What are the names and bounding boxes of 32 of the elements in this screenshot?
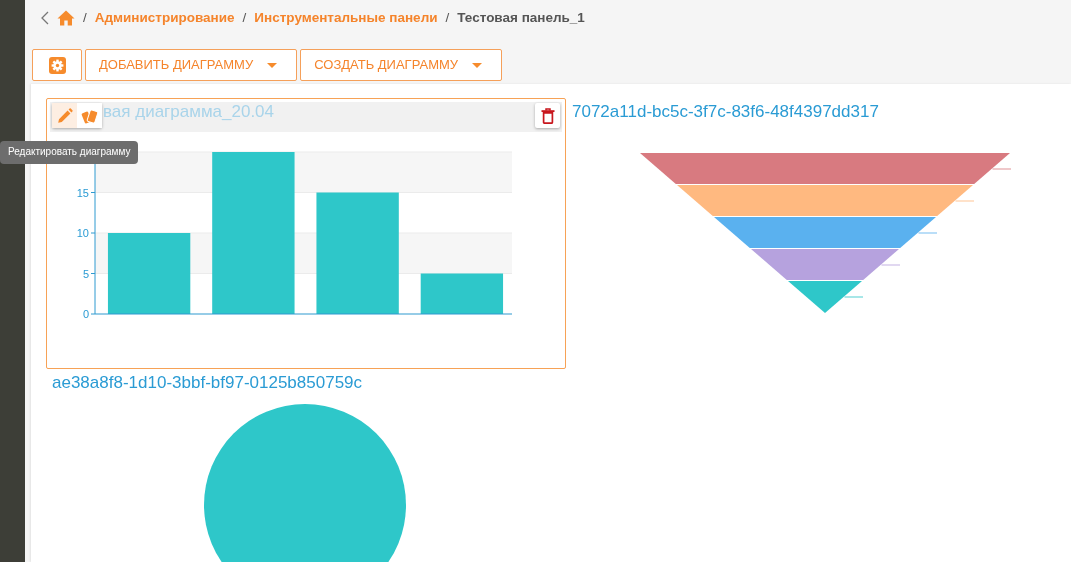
delete-button[interactable] (535, 103, 560, 128)
breadcrumb-current: Тестовая панель_1 (457, 8, 585, 27)
tooltip: Редактировать диаграмму (0, 141, 139, 164)
home-icon[interactable] (57, 10, 75, 26)
chart-title: ae38a8f8-1d10-3bbf-bf97-0125b850759c (51, 373, 364, 394)
axis-tick-label: 15 (76, 186, 89, 199)
dropdown-button[interactable]: СОЗДАТЬ ДИАГРАММУ (300, 49, 503, 81)
style-button[interactable] (77, 103, 102, 128)
breadcrumb-link[interactable]: Инструментальные панели (254, 7, 438, 29)
breadcrumb-separator: / (242, 8, 247, 27)
caret-icon (472, 62, 483, 68)
trash-icon (540, 107, 555, 124)
chart-title: 7072a11d-bc5c-3f7c-83f6-48f4397dd317 (571, 102, 880, 123)
breadcrumb-separator: / (445, 8, 450, 27)
edit-button[interactable] (52, 103, 77, 128)
chevron-left-icon[interactable] (41, 11, 49, 25)
leader-line (991, 168, 1012, 170)
leader-line (917, 232, 938, 234)
settings-button[interactable] (32, 49, 82, 81)
axis-tick-label: 0 (82, 308, 89, 320)
pencil-icon (56, 107, 73, 124)
leader-line (954, 200, 975, 202)
swatches-icon (80, 107, 99, 124)
caret-icon (267, 62, 278, 68)
leader-line (843, 296, 864, 298)
breadcrumb-separator: / (83, 8, 87, 27)
axis-tick-label: 5 (82, 267, 89, 280)
axis-tick-label: 10 (76, 227, 89, 239)
settings-icon (48, 56, 66, 74)
leader-line (880, 264, 901, 266)
dropdown-button[interactable]: ДОБАВИТЬ ДИАГРАММУ (85, 49, 298, 81)
breadcrumb-link[interactable]: Администрирование (94, 7, 235, 29)
